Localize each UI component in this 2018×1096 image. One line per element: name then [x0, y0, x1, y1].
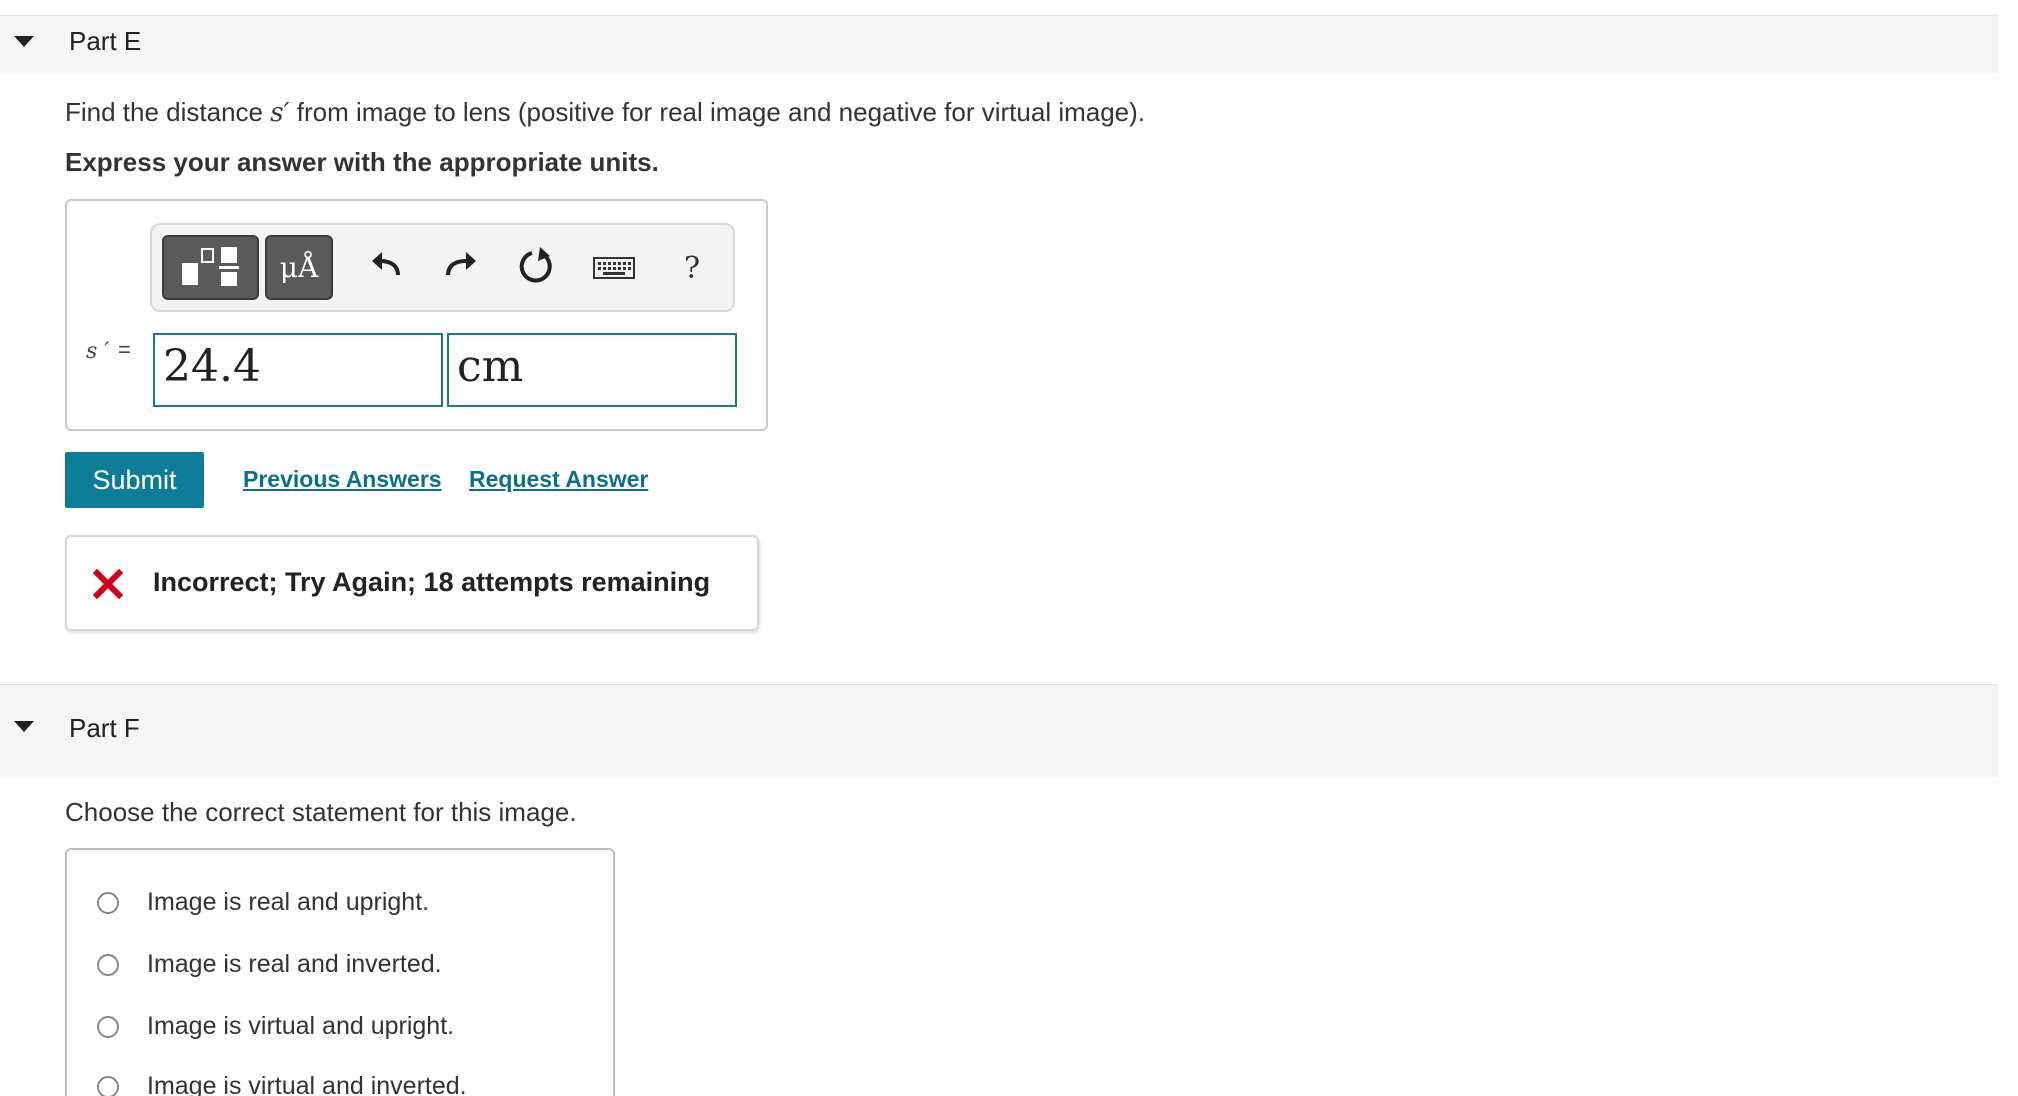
reset-icon[interactable] [512, 243, 560, 291]
part-f-header[interactable]: Part F [0, 684, 1998, 777]
collapse-caret-icon[interactable] [14, 36, 34, 47]
prompt-symbol: s′ [270, 98, 290, 128]
part-e-instruction: Express your answer with the appropriate… [65, 147, 659, 177]
choices-box: Image is real and upright. Image is real… [65, 848, 615, 1096]
help-button[interactable]: ? [684, 251, 700, 286]
choice-label: Image is real and upright. [147, 888, 430, 916]
radio-button[interactable] [97, 892, 119, 914]
collapse-caret-icon[interactable] [14, 721, 34, 732]
request-answer-link[interactable]: Request Answer [469, 466, 648, 493]
templates-icon [182, 247, 239, 286]
choice-label: Image is virtual and inverted. [147, 1072, 467, 1096]
choice-label: Image is virtual and upright. [147, 1012, 455, 1040]
units-button-label: μÅ [279, 251, 319, 284]
part-e-title: Part E [69, 26, 142, 56]
choice-label: Image is real and inverted. [147, 950, 442, 978]
part-e-prompt: Find the distance s′ from image to lens … [65, 97, 1145, 128]
radio-button[interactable] [97, 954, 119, 976]
previous-answers-link[interactable]: Previous Answers [243, 466, 442, 493]
part-f-title: Part F [69, 713, 140, 743]
equals-sign: = [118, 337, 131, 362]
templates-button[interactable] [162, 235, 259, 300]
value-input[interactable]: 24.4 [153, 333, 443, 407]
prompt-text-after: from image to lens (positive for real im… [296, 97, 1146, 127]
radio-button[interactable] [97, 1016, 119, 1038]
redo-icon[interactable] [436, 243, 484, 291]
radio-button[interactable] [97, 1076, 119, 1096]
part-e-header[interactable]: Part E [0, 15, 1998, 73]
feedback-message: Incorrect; Try Again; 18 attempts remain… [153, 567, 711, 597]
feedback-box: Incorrect; Try Again; 18 attempts remain… [65, 535, 759, 631]
keyboard-icon[interactable] [592, 243, 636, 291]
math-toolbar: μÅ ? [150, 223, 735, 312]
variable-label: s ′ [86, 339, 110, 364]
part-f-prompt: Choose the correct statement for this im… [65, 797, 577, 827]
prompt-text-before: Find the distance [65, 97, 264, 127]
units-input[interactable]: cm [447, 333, 737, 407]
units-button[interactable]: μÅ [265, 235, 333, 300]
answer-box: μÅ ? s ′ = 24.4 cm [65, 199, 768, 431]
submit-button[interactable]: Submit [65, 452, 204, 508]
undo-icon[interactable] [364, 243, 412, 291]
incorrect-x-icon [93, 569, 123, 599]
